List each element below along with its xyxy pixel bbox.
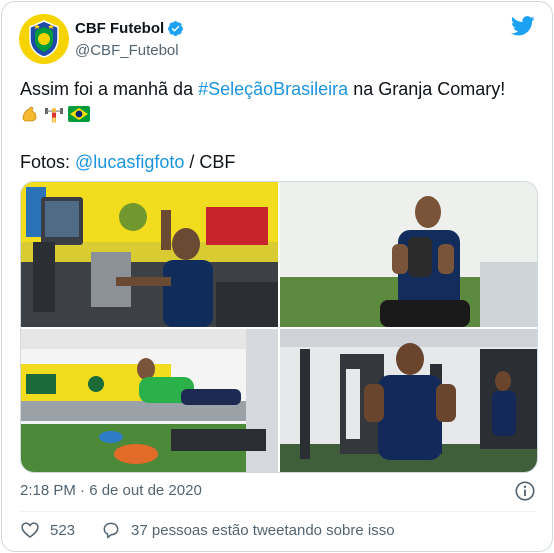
- photo-4[interactable]: [280, 329, 537, 472]
- flexed-biceps-icon: [20, 104, 40, 124]
- hashtag-link[interactable]: #SeleçãoBrasileira: [198, 79, 348, 99]
- brazil-flag-icon: [68, 104, 90, 124]
- emoji-row: [20, 102, 540, 126]
- heart-icon: [21, 522, 39, 539]
- credit-text: / CBF: [184, 152, 236, 172]
- divider: [20, 511, 536, 512]
- conversation-text: 37 pessoas estão tweetando sobre isso: [131, 521, 395, 539]
- tweet-text: Assim foi a manhã da #SeleçãoBrasileira …: [20, 77, 540, 174]
- like-button[interactable]: 523: [20, 520, 75, 540]
- account-handle[interactable]: @CBF_Futebol: [75, 42, 179, 59]
- photo-credit-line: Fotos: @lucasfigfoto / CBF: [20, 150, 540, 174]
- tweet-card: CBF Futebol @CBF_Futebol Assim foi a man…: [1, 1, 553, 552]
- tweet-timestamp[interactable]: 2:18 PM · 6 de out de 2020: [20, 482, 202, 499]
- cbf-crest-icon: [29, 20, 59, 58]
- photo-2[interactable]: [280, 182, 537, 327]
- tweet-text-before: Assim foi a manhã da: [20, 79, 199, 99]
- avatar[interactable]: [19, 14, 69, 64]
- like-count: 523: [50, 521, 76, 539]
- reply-bubble-icon: [103, 522, 119, 539]
- mention-link[interactable]: @lucasfigfoto: [75, 152, 184, 172]
- media-grid: [20, 181, 538, 473]
- photo-1[interactable]: [21, 182, 278, 327]
- tweet-text-after: na Granja Comary!: [348, 79, 506, 99]
- verified-badge-icon: [168, 21, 184, 36]
- tweet-actions: 523 37 pessoas estão tweetando sobre iss…: [20, 520, 395, 540]
- account-name-row[interactable]: CBF Futebol: [75, 20, 184, 37]
- conversation-button[interactable]: 37 pessoas estão tweetando sobre isso: [101, 520, 395, 540]
- weight-lifter-icon: [44, 104, 64, 124]
- info-icon[interactable]: [514, 480, 536, 502]
- account-name[interactable]: CBF Futebol: [75, 20, 164, 37]
- photo-3[interactable]: [21, 329, 278, 472]
- twitter-bird-icon[interactable]: [511, 16, 535, 36]
- fotos-label: Fotos:: [20, 152, 76, 172]
- tweet-line-1: Assim foi a manhã da #SeleçãoBrasileira …: [20, 77, 540, 101]
